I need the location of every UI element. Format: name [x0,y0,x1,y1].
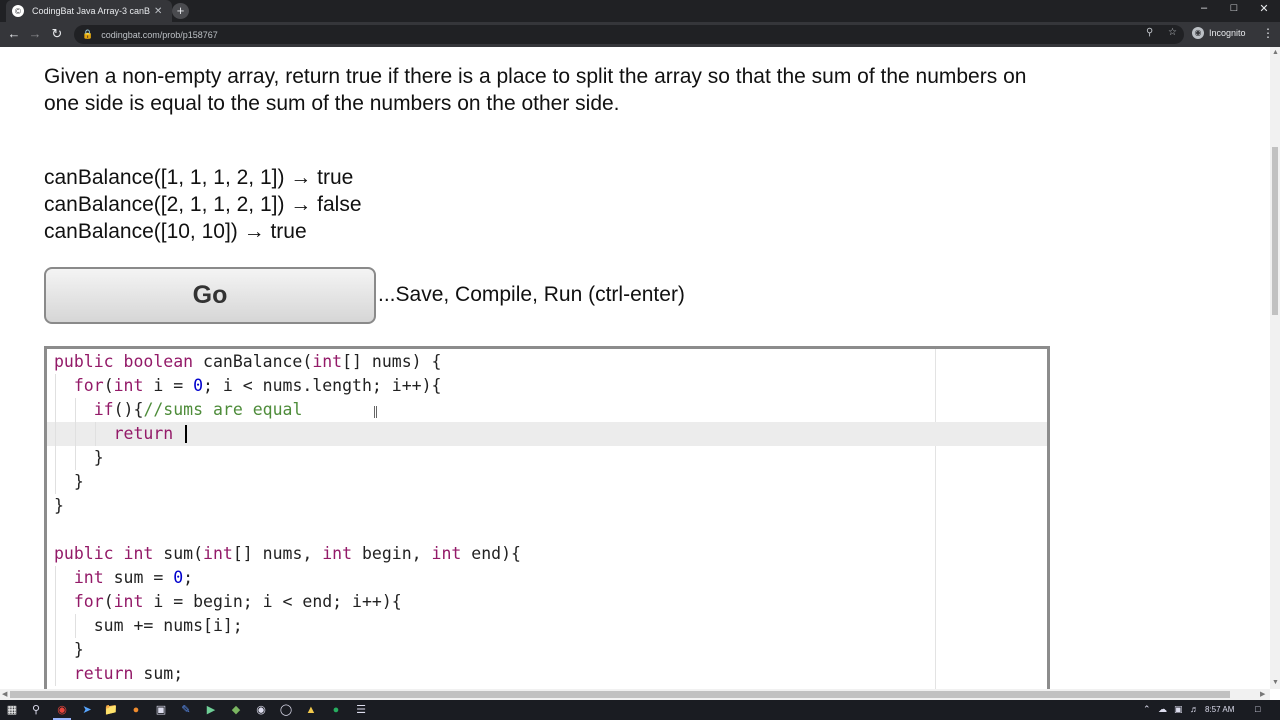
code-line[interactable]: for(int i = begin; i < end; i++){ [54,590,402,614]
indent-guide [55,422,56,446]
page-content: Given a non-empty array, return true if … [0,47,1270,689]
code-line[interactable]: return sum; [54,662,183,686]
indent-guide [55,446,56,470]
zoom-icon[interactable]: ⚲ [1146,27,1153,38]
minimize-icon[interactable]: – [1194,2,1214,14]
mouse-ibeam-cursor [374,406,377,418]
system-clock[interactable]: 8:57 AM [1205,705,1234,714]
indent-guide [55,374,56,398]
code-line[interactable]: return [54,422,174,446]
new-tab-button[interactable]: + [172,3,189,19]
indent-guide [55,614,56,638]
vertical-scroll-thumb[interactable] [1272,147,1278,315]
chrome-icon[interactable]: ◉ [55,703,69,717]
menu-icon[interactable]: ⋮ [1262,26,1274,40]
app-icon[interactable]: ▲ [304,703,318,717]
volume-icon[interactable]: ♬ [1190,704,1199,714]
url-text: codingbat.com/prob/p158767 [101,29,218,40]
example-item: canBalance([1, 1, 1, 2, 1]) → true [44,166,354,189]
incognito-label: Incognito [1209,28,1246,38]
examples-list: canBalance([1, 1, 1, 2, 1]) → true canBa… [44,164,362,245]
scroll-up-icon[interactable]: ▲ [1272,49,1279,56]
app-icon[interactable]: ➤ [80,703,94,717]
cloud-icon[interactable]: ☁ [1158,704,1167,715]
site-favicon-icon: © [12,5,24,17]
incognito-indicator[interactable]: ◉ Incognito [1192,27,1246,39]
indent-guide [55,566,56,590]
text-cursor [184,425,187,443]
app-icon[interactable]: ✎ [179,703,193,717]
indent-guide [75,398,76,422]
indent-guide [95,422,96,446]
problem-description: Given a non-empty array, return true if … [44,65,1027,115]
code-line[interactable]: } [54,494,64,518]
vertical-scrollbar[interactable]: ▲ ▼ [1270,47,1280,689]
app-icon[interactable]: ☰ [354,703,368,717]
os-taskbar: ▦ ⚲ ◉ ➤ 📁 ● ▣ ✎ ▶ ◆ ◉ ◯ ▲ ● ☰ ⌃ ☁ ▣ ♬ 8:… [0,700,1280,720]
star-icon[interactable]: ☆ [1168,27,1177,38]
code-line[interactable]: public int sum(int[] nums, int begin, in… [54,542,521,566]
indent-guide [55,662,56,686]
maximize-icon[interactable]: □ [1224,2,1244,14]
app-icon[interactable]: ◆ [229,703,243,717]
indent-guide [55,398,56,422]
tab-strip: © CodingBat Java Array-3 canBalance ✕ + … [0,0,1280,22]
start-icon[interactable]: ▦ [5,703,19,717]
file-explorer-icon[interactable]: 📁 [104,703,118,717]
code-line[interactable]: int sum = 0; [54,566,193,590]
scroll-right-icon[interactable]: ▶ [1260,690,1265,698]
app-icon[interactable]: ● [329,703,343,717]
tray-chevron-icon[interactable]: ⌃ [1143,704,1151,715]
code-editor[interactable]: public boolean canBalance(int[] nums) { … [44,346,1050,689]
code-line[interactable]: public boolean canBalance(int[] nums) { [54,350,441,374]
incognito-icon: ◉ [1192,27,1204,39]
code-line[interactable]: } [54,446,104,470]
code-line[interactable]: for(int i = 0; i < nums.length; i++){ [54,374,442,398]
horizontal-scroll-thumb[interactable] [10,691,1230,698]
tab-title: CodingBat Java Array-3 canBalance [32,6,150,16]
code-line[interactable]: } [54,638,84,662]
notifications-icon[interactable]: □ [1255,704,1260,714]
lock-icon[interactable]: 🔒 [82,29,93,40]
go-button[interactable]: Go [44,267,376,324]
address-bar[interactable]: 🔒 codingbat.com/prob/p158767 ⚲ ☆ [74,25,1184,44]
indent-guide [75,614,76,638]
forward-icon[interactable]: → [27,26,43,41]
active-line-highlight [47,422,1047,446]
example-item: canBalance([10, 10]) → true [44,220,307,243]
code-line[interactable]: sum += nums[i]; [54,614,243,638]
tab-close-icon[interactable]: ✕ [154,6,162,17]
indent-guide [55,590,56,614]
app-icon[interactable]: ▶ [204,703,218,717]
indent-guide [75,446,76,470]
close-window-icon[interactable]: ✕ [1254,2,1274,15]
code-line[interactable]: } [54,470,84,494]
code-line[interactable]: if(){//sums are equal [54,398,303,422]
example-item: canBalance([2, 1, 1, 2, 1]) → false [44,193,362,216]
print-margin [935,349,936,689]
back-icon[interactable]: ← [6,26,22,41]
horizontal-scrollbar[interactable]: ◀ ▶ [0,689,1270,700]
scroll-down-icon[interactable]: ▼ [1272,679,1279,686]
network-icon[interactable]: ▣ [1174,704,1183,715]
indent-guide [55,470,56,494]
browser-tab[interactable]: © CodingBat Java Array-3 canBalance ✕ [6,0,172,22]
go-hint: ...Save, Compile, Run (ctrl-enter) [378,283,685,306]
search-icon[interactable]: ⚲ [29,703,43,717]
app-icon[interactable]: ● [129,703,143,717]
toolbar: ← → ↻ 🔒 codingbat.com/prob/p158767 ⚲ ☆ ◉… [0,22,1280,47]
app-icon[interactable]: ◯ [279,703,293,717]
scroll-left-icon[interactable]: ◀ [2,690,7,698]
indent-guide [55,638,56,662]
app-icon[interactable]: ▣ [154,703,168,717]
indent-guide [75,422,76,446]
reload-icon[interactable]: ↻ [49,26,65,42]
app-icon[interactable]: ◉ [254,703,268,717]
